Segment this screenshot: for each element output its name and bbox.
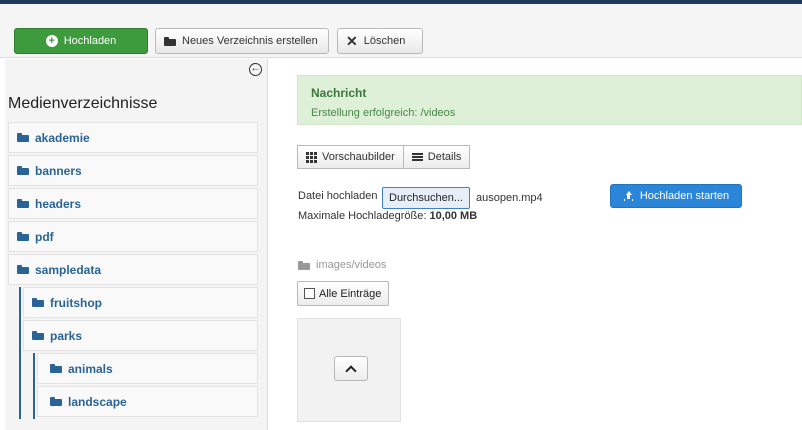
folder-label: headers (35, 196, 82, 211)
tree-indent-line (19, 287, 21, 419)
current-path: images/videos (298, 259, 386, 271)
sidebar: ← Medienverzeichnisse akademie banners h… (5, 59, 268, 430)
folder-icon (17, 199, 29, 208)
delete-button-label: Löschen (363, 35, 406, 47)
view-toggle: Vorschaubilder Details (297, 145, 471, 169)
folder-label: parks (50, 328, 83, 343)
folder-label: animals (68, 361, 113, 376)
sidebar-title: Medienverzeichnisse (8, 95, 158, 112)
start-upload-button[interactable]: Hochladen starten (610, 184, 742, 208)
grid-icon (306, 151, 317, 163)
browse-button[interactable]: Durchsuchen... (382, 187, 470, 209)
folder-icon (164, 36, 176, 46)
upload-button-label: Hochladen (63, 35, 117, 47)
plus-circle-icon: + (45, 35, 58, 47)
folder-item-fruitshop[interactable]: fruitshop (23, 287, 258, 318)
folder-icon (298, 260, 310, 270)
start-upload-label: Hochladen starten (639, 190, 730, 202)
file-upload-label: Datei hochladen (298, 190, 378, 202)
select-all-label: Alle Einträge (319, 287, 382, 300)
folder-item-pdf[interactable]: pdf (8, 221, 258, 252)
folder-icon (50, 397, 62, 406)
folder-item-akademie[interactable]: akademie (8, 122, 258, 153)
toolbar: + Hochladen Neues Verzeichnis erstellen … (0, 4, 802, 58)
details-view-button[interactable]: Details (403, 145, 471, 169)
upload-icon (623, 190, 634, 202)
message-title: Nachricht (311, 86, 367, 100)
new-folder-button[interactable]: Neues Verzeichnis erstellen (155, 28, 329, 54)
chevron-up-icon (345, 364, 357, 377)
max-upload-size: Maximale Hochladegröße: 10,00 MB (298, 210, 477, 222)
select-all-button[interactable]: Alle Einträge (297, 281, 390, 306)
folder-label: banners (35, 163, 82, 178)
folder-icon (17, 166, 29, 175)
folder-item-landscape[interactable]: landscape (37, 386, 258, 417)
success-message: Nachricht Erstellung erfolgreich: /video… (297, 75, 802, 125)
folder-item-parks[interactable]: parks (23, 320, 258, 351)
collapse-sidebar-icon[interactable]: ← (249, 63, 262, 76)
thumbnails-view-button[interactable]: Vorschaubilder (297, 145, 404, 169)
folder-item-headers[interactable]: headers (8, 188, 258, 219)
select-all-checkbox[interactable] (304, 288, 315, 299)
upload-button[interactable]: + Hochladen (14, 28, 148, 54)
max-size-value: 10,00 MB (429, 210, 478, 222)
selected-file-name: ausopen.mp4 (476, 192, 543, 204)
folder-icon (17, 133, 29, 142)
folder-item-banners[interactable]: banners (8, 155, 258, 186)
folder-open-icon (32, 331, 44, 340)
folder-label: sampledata (35, 262, 102, 277)
tree-indent-line (33, 353, 35, 419)
folder-label: pdf (35, 229, 54, 244)
navigate-up-button[interactable] (334, 356, 368, 381)
max-size-label: Maximale Hochladegröße: (298, 210, 427, 222)
folder-label: landscape (68, 394, 127, 409)
list-icon (411, 153, 423, 161)
folder-icon (32, 298, 44, 307)
folder-label: akademie (35, 130, 90, 145)
thumbnails-view-label: Vorschaubilder (322, 151, 395, 163)
folder-icon (50, 364, 62, 373)
folder-item-sampledata[interactable]: sampledata (8, 254, 258, 285)
current-path-text: images/videos (316, 259, 387, 271)
new-folder-button-label: Neues Verzeichnis erstellen (182, 35, 318, 47)
folder-label: fruitshop (50, 295, 102, 310)
folder-item-animals[interactable]: animals (37, 353, 258, 384)
details-view-label: Details (427, 151, 462, 163)
parent-folder-tile (297, 318, 401, 422)
delete-button[interactable]: ✕ Löschen (337, 28, 423, 54)
close-icon: ✕ (346, 33, 358, 49)
folder-icon (17, 265, 29, 274)
folder-icon (17, 232, 29, 241)
message-text: Erstellung erfolgreich: /videos (311, 107, 456, 119)
